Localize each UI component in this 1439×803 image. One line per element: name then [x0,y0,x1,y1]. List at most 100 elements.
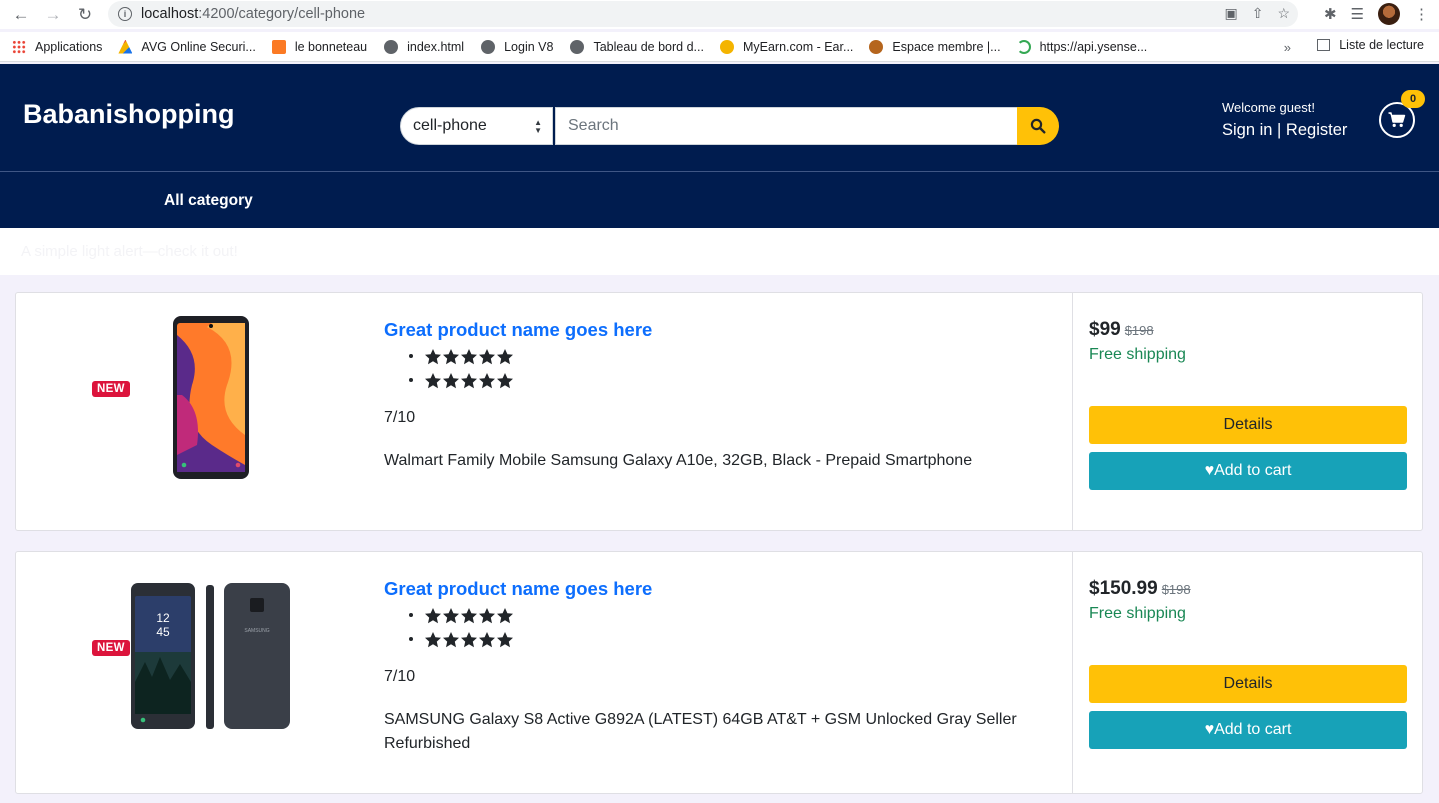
star-icon [443,372,459,388]
rating-row [424,602,514,626]
select-arrows-icon: ▲ ▼ [534,118,542,135]
star-icon [497,631,513,647]
alert-text: A simple light alert—check it out! [21,243,238,260]
product-image-phone[interactable]: 12 45 SAMSUNG [130,582,292,732]
rating-stars [424,372,514,389]
search-button[interactable] [1017,107,1059,145]
rating-row [424,367,514,391]
cart-count-badge: 0 [1401,90,1425,108]
product-title-link[interactable]: Great product name goes here [384,319,652,341]
svg-text:SAMSUNG: SAMSUNG [244,628,269,634]
star-icon [497,348,513,364]
product-description: SAMSUNG Galaxy S8 Active G892A (LATEST) … [384,711,1017,752]
bookmark-tableau-de-bord[interactable]: Tableau de bord d... [570,39,704,54]
bookmark-myearn[interactable]: MyEarn.com - Ear... [719,39,853,54]
omnibox-actions: ▣ ⇧ ☆ [1224,5,1290,22]
rating-row [424,343,514,367]
bookmark-ysense[interactable]: https://api.ysense... [1016,39,1147,54]
old-price: $198 [1124,323,1154,338]
rating-score: 7/10 [384,409,416,426]
shipping-text: Free shipping [1089,605,1186,622]
back-arrow-icon[interactable]: ← [10,4,32,26]
reading-list-icon [1317,39,1331,51]
avg-icon [118,39,133,54]
add-to-cart-button[interactable]: ♥ Add to cart [1089,711,1407,749]
auth-links: Sign in | Register [1222,121,1348,139]
rating-row [424,626,514,650]
globe-icon [570,39,585,54]
product-image-phone[interactable] [172,315,252,481]
star-icon [479,607,495,623]
new-badge: NEW [92,381,130,397]
star-icon [425,607,441,623]
new-badge: NEW [92,640,130,656]
welcome-text: Welcome guest! [1222,100,1315,115]
bookmark-espace-membre[interactable]: Espace membre |... [869,39,1001,54]
star-icon [425,631,441,647]
sign-in-link[interactable]: Sign in [1222,121,1272,139]
details-button[interactable]: Details [1089,665,1407,703]
bookmark-applications[interactable]: Applications [12,39,102,54]
reload-icon[interactable]: ↻ [74,4,96,26]
product-image-area: NEW [16,293,366,530]
info-icon[interactable]: i [118,7,132,21]
rating-list [406,343,514,391]
bookmark-le-bonneteau[interactable]: le bonneteau [271,39,367,54]
bookmarks-more-chevron-icon[interactable]: » [1284,40,1291,55]
product-title-link[interactable]: Great product name goes here [384,578,652,600]
ysense-icon [1016,39,1031,54]
bookmark-index-html[interactable]: index.html [384,39,464,54]
forward-arrow-icon[interactable]: → [42,4,64,26]
price: $150.99 $198 [1089,578,1191,599]
rating-stars [424,631,514,648]
details-button[interactable]: Details [1089,406,1407,444]
category-select[interactable]: cell-phone ▲ ▼ [400,107,553,145]
extensions-icon[interactable]: ✱ [1324,5,1337,23]
bookmark-avg[interactable]: AVG Online Securi... [118,39,256,54]
add-to-cart-button[interactable]: ♥ Add to cart [1089,452,1407,490]
brand-logo[interactable]: Babanishopping [23,99,235,130]
star-icon[interactable]: ☆ [1277,5,1290,22]
star-icon [461,348,477,364]
rating-score: 7/10 [384,668,416,685]
myearn-icon [719,39,734,54]
xampp-icon [271,39,286,54]
profile-avatar[interactable] [1378,3,1400,25]
apps-grid-icon [12,39,26,54]
heart-icon: ♥ [1204,462,1215,479]
all-category-link[interactable]: All category [164,192,253,210]
bookmark-login-v8[interactable]: Login V8 [481,39,553,54]
register-link[interactable]: Register [1286,121,1347,139]
address-bar[interactable]: i localhost:4200/category/cell-phone ▣ ⇧… [108,1,1298,27]
search-group: cell-phone ▲ ▼ [400,107,1059,145]
media-icon[interactable]: ☰ [1351,5,1364,23]
shopping-cart-icon [1388,112,1406,127]
rating-stars [424,348,514,365]
category-nav: All category [0,171,1439,228]
share-icon[interactable]: ⇧ [1252,5,1264,22]
star-icon [461,372,477,388]
menu-kebab-icon[interactable]: ⋮ [1414,5,1429,23]
search-input[interactable] [555,107,1017,145]
address-url: localhost:4200/category/cell-phone [141,6,366,22]
product-info: Great product name goes here 7/10 Walmar… [384,293,1064,530]
price-panel: $99 $198 Free shipping Details ♥ Add to ca… [1072,293,1424,530]
price: $99 $198 [1089,319,1154,340]
shipping-text: Free shipping [1089,346,1186,363]
globe-icon [481,39,496,54]
star-icon [425,372,441,388]
star-icon [479,631,495,647]
translate-icon[interactable]: ▣ [1224,5,1237,22]
star-icon [461,607,477,623]
browser-actions: ✱ ☰ ⋮ [1324,3,1429,25]
browser-toolbar: ← → ↻ i localhost:4200/category/cell-pho… [0,0,1439,29]
heart-icon: ♥ [1204,721,1215,738]
star-icon [425,348,441,364]
star-icon [479,348,495,364]
globe-icon [384,39,399,54]
bookmarks-bar: Applications AVG Online Securi... le bon… [0,32,1439,62]
svg-text:45: 45 [156,625,170,639]
star-icon [443,348,459,364]
reading-list-button[interactable]: Liste de lecture [1317,38,1424,52]
product-info: Great product name goes here 7/10 SAMSUN… [384,552,1064,793]
